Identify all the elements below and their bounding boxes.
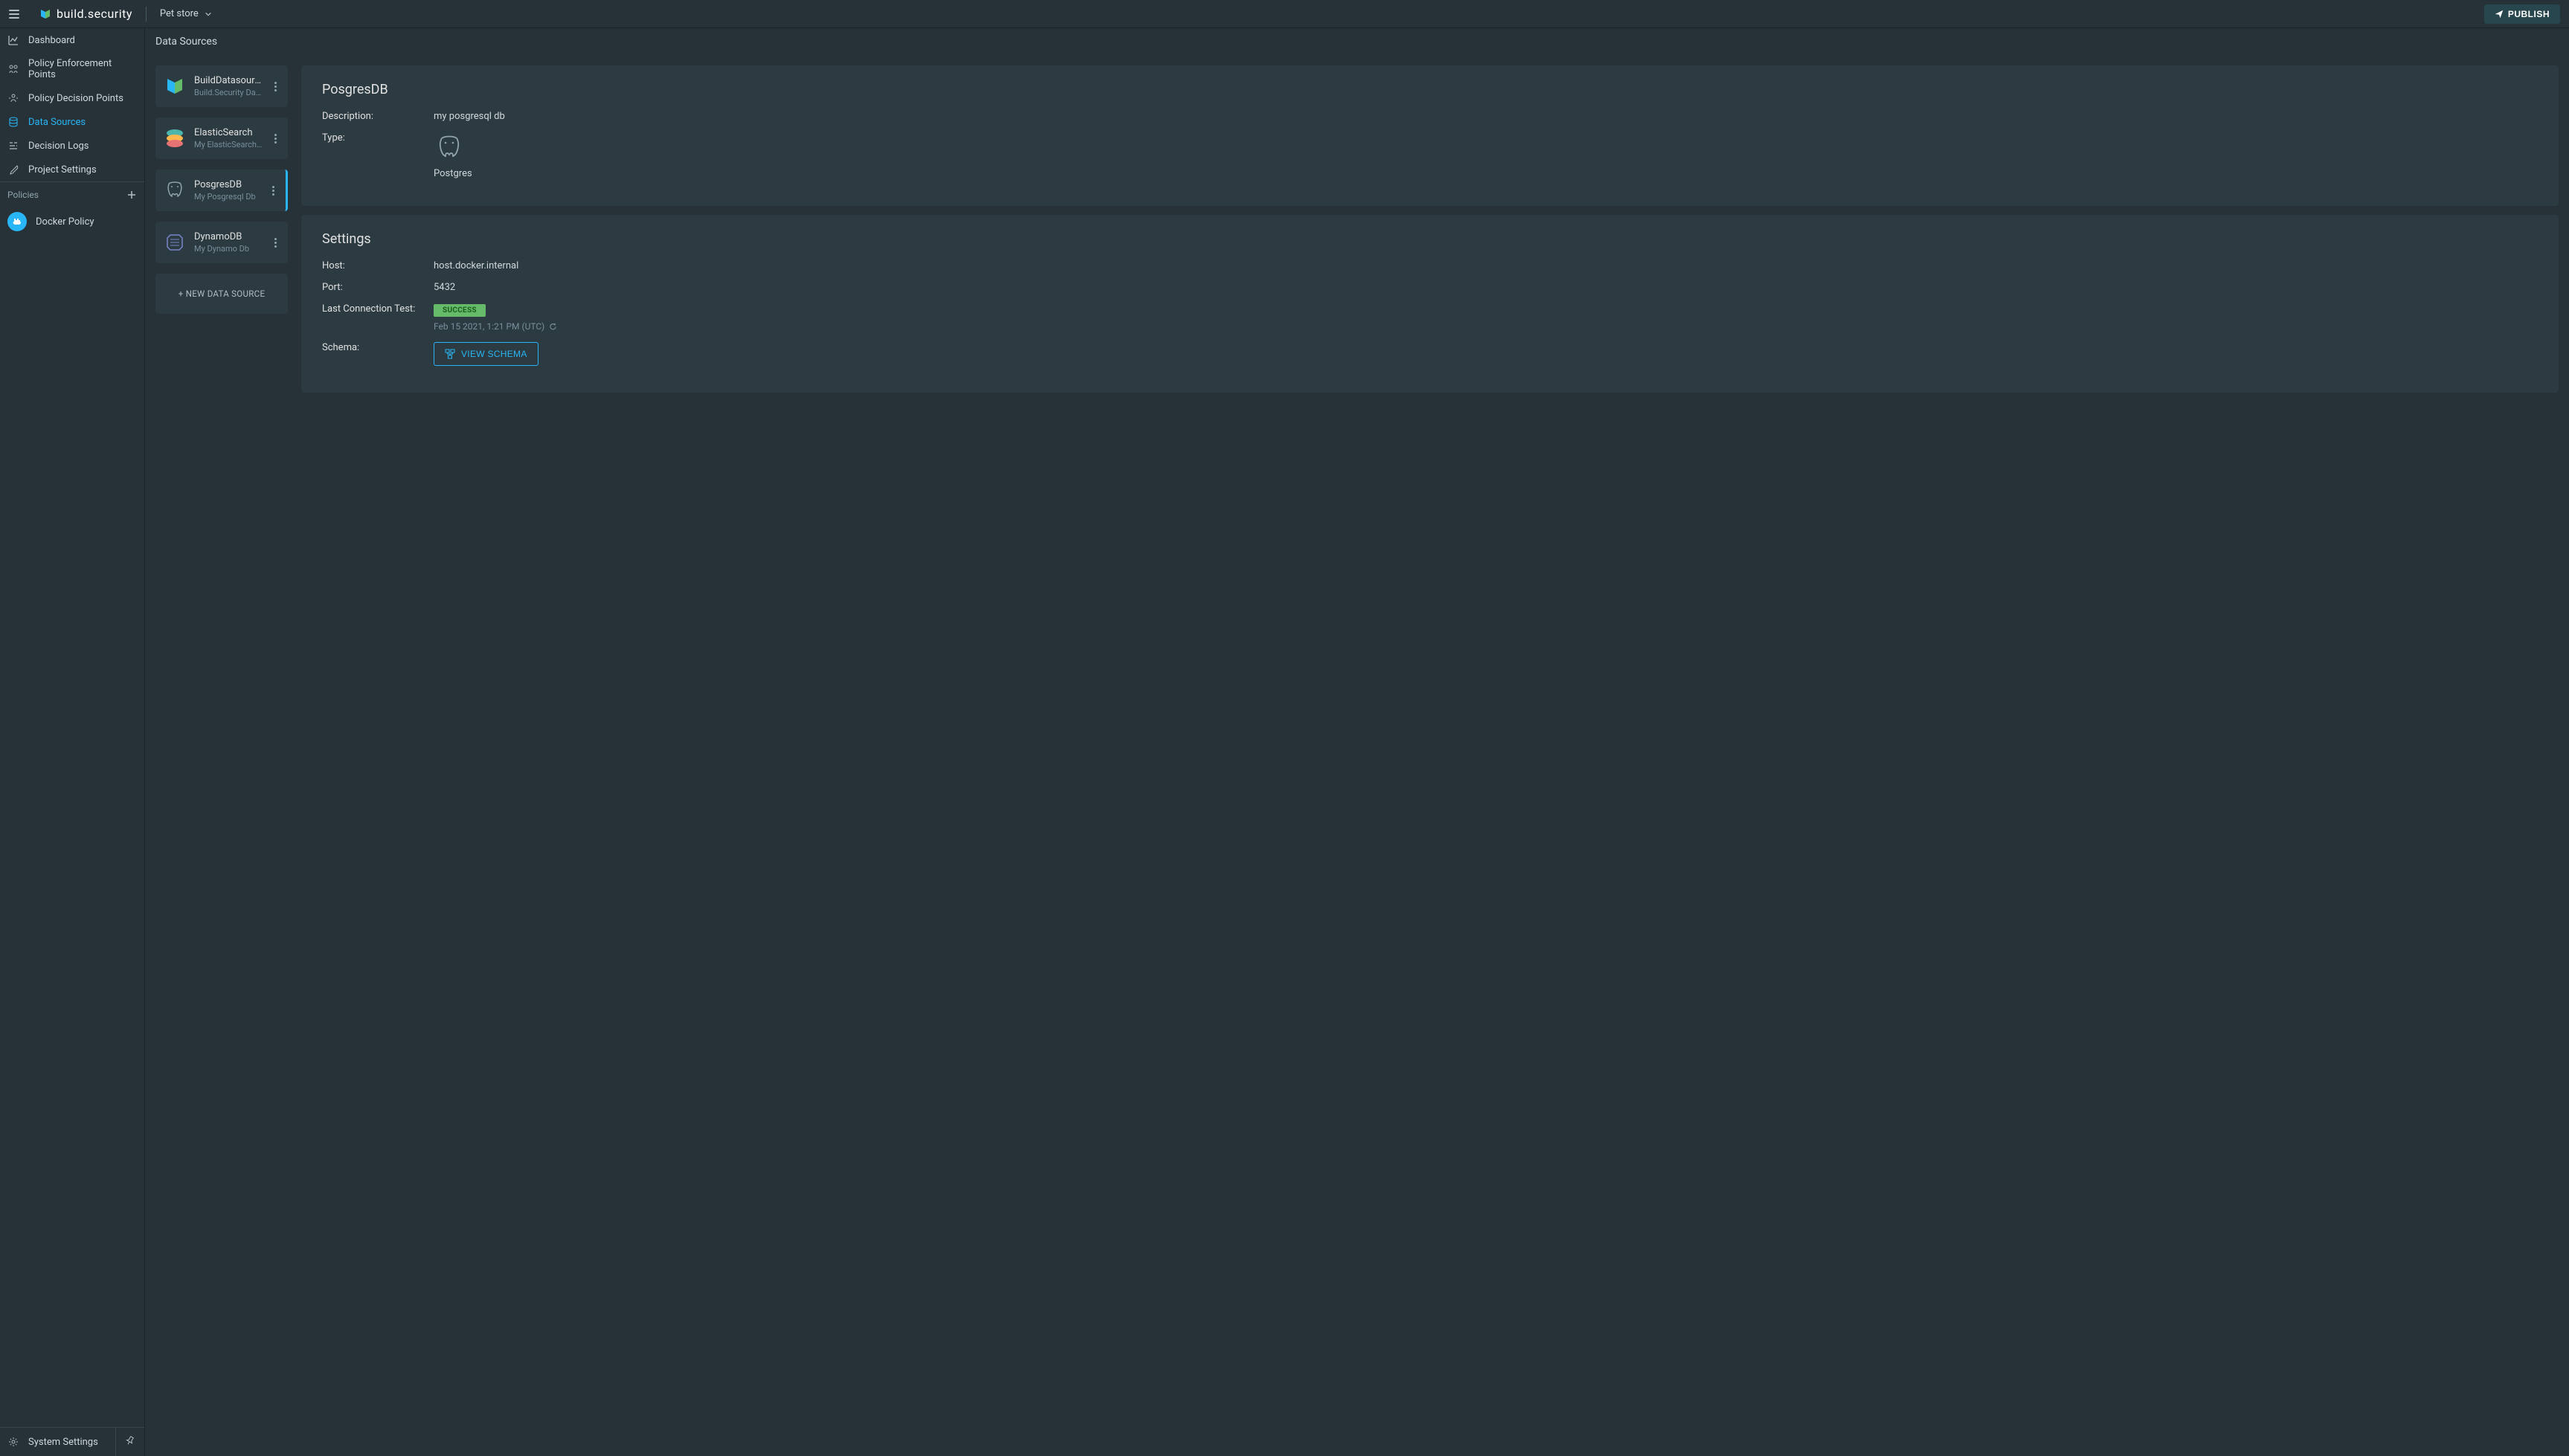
database-icon [7,116,19,128]
view-schema-label: VIEW SCHEMA [461,349,527,359]
elasticsearch-icon [163,126,187,150]
postgres-icon [163,178,187,202]
pin-icon [125,1435,135,1446]
sidebar-item-dashboard[interactable]: Dashboard [0,28,144,52]
project-selector[interactable]: Pet store [160,8,212,19]
sidebar-item-pdp[interactable]: Policy Decision Points [0,86,144,110]
kebab-menu-icon[interactable] [270,238,280,248]
detail-pane: PosgresDB Description: my posgresql db T… [301,65,2559,1446]
sidebar-item-pep[interactable]: Policy Enforcement Points [0,52,144,86]
host-label: Host: [322,260,434,271]
main-content: Data Sources BuildDatasource Build.Secur… [145,28,2569,1456]
sidebar: Dashboard Policy Enforcement Points Poli… [0,28,145,1456]
project-name: Pet store [160,8,199,19]
settings-panel: Settings Host: host.docker.internal Port… [301,215,2559,393]
chevron-down-icon [205,10,212,18]
publish-button[interactable]: PUBLISH [2484,4,2560,24]
sidebar-item-label: Project Settings [28,164,97,175]
connection-timestamp: Feb 15 2021, 1:21 PM (UTC) [434,321,544,332]
data-source-name: PosgresDB [194,179,260,190]
connection-status-badge: SUCCESS [434,304,486,317]
data-source-name: ElasticSearch [194,127,263,138]
enforcement-icon [7,63,19,75]
data-source-desc: My Posgresql Db [194,192,260,202]
host-value: host.docker.internal [434,260,518,271]
description-value: my posgresql db [434,111,505,122]
view-schema-button[interactable]: VIEW SCHEMA [434,342,538,366]
type-label: Type: [322,132,434,144]
header: build.security Pet store PUBLISH [0,0,2569,28]
panel-title: PosgresDB [322,82,2538,97]
paper-plane-icon [2495,10,2504,19]
sidebar-item-data-sources[interactable]: Data Sources [0,110,144,134]
plus-icon[interactable] [126,190,137,200]
data-source-name: BuildDatasource [194,75,263,86]
type-value: Postgres [434,168,472,179]
schema-icon [445,349,455,359]
sidebar-item-label: Decision Logs [28,141,89,152]
postgres-type-icon [434,132,465,164]
sidebar-item-label: Dashboard [28,35,75,46]
sidebar-item-decision-logs[interactable]: Decision Logs [0,134,144,158]
description-label: Description: [322,111,434,122]
logs-icon [7,140,19,152]
new-data-source-button[interactable]: + NEW DATA SOURCE [155,274,288,314]
decision-icon [7,92,19,104]
sidebar-item-project-settings[interactable]: Project Settings [0,158,144,181]
policy-item-docker[interactable]: Docker Policy [0,206,144,237]
sidebar-footer: System Settings [0,1427,144,1456]
policies-section-header: Policies [0,181,144,206]
system-settings-label: System Settings [28,1437,98,1448]
policies-header-label: Policies [7,190,39,200]
docker-icon [7,212,27,231]
data-source-name: DynamoDB [194,231,263,242]
divider [146,7,147,22]
data-source-desc: My Dynamo Db [194,244,263,254]
sidebar-item-label: Data Sources [28,117,86,128]
kebab-menu-icon[interactable] [268,186,278,196]
data-source-card[interactable]: DynamoDB My Dynamo Db [155,222,288,263]
data-source-desc: Build.Security Data So… [194,88,263,97]
publish-label: PUBLISH [2508,9,2550,19]
kebab-menu-icon[interactable] [270,134,280,144]
gear-icon [7,1436,19,1448]
breadcrumb: Data Sources [145,28,2569,55]
logo[interactable]: build.security [39,7,132,21]
breadcrumb-text: Data Sources [155,36,217,48]
dynamodb-icon [163,231,187,254]
build-security-icon [163,74,187,98]
data-source-list: BuildDatasource Build.Security Data So… … [155,65,288,1446]
port-value: 5432 [434,282,455,293]
overview-panel: PosgresDB Description: my posgresql db T… [301,65,2559,206]
logo-mark-icon [39,7,52,21]
chart-line-icon [7,34,19,46]
port-label: Port: [322,282,434,293]
wrench-icon [7,164,19,175]
data-source-card[interactable]: ElasticSearch My ElasticSearch Db [155,117,288,159]
pin-sidebar-button[interactable] [115,1428,144,1456]
policy-item-label: Docker Policy [36,216,94,228]
refresh-icon[interactable] [549,323,557,331]
data-source-card[interactable]: BuildDatasource Build.Security Data So… [155,65,288,107]
sidebar-item-label: Policy Enforcement Points [28,58,137,80]
new-data-source-label: + NEW DATA SOURCE [179,289,266,299]
kebab-menu-icon[interactable] [270,82,280,91]
settings-title: Settings [322,231,2538,247]
connection-test-label: Last Connection Test: [322,303,434,315]
schema-label: Schema: [322,342,434,353]
menu-icon[interactable] [9,7,24,22]
logo-text: build.security [57,7,132,21]
system-settings-button[interactable]: System Settings [0,1428,115,1455]
data-source-desc: My ElasticSearch Db [194,140,263,149]
data-source-card[interactable]: PosgresDB My Posgresql Db [155,170,288,211]
sidebar-item-label: Policy Decision Points [28,93,123,104]
